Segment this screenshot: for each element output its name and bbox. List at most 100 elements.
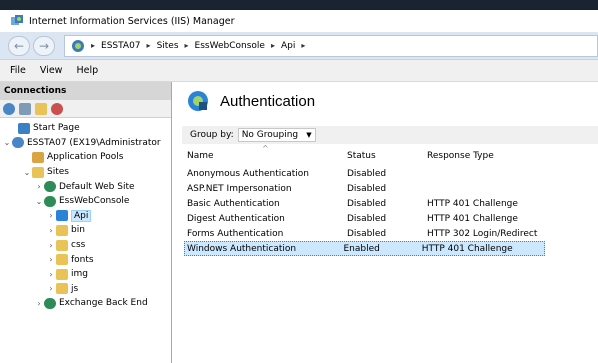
tree-node-label: Api [71, 209, 92, 222]
folder-icon [56, 283, 68, 295]
tree-node[interactable]: ⌄ ESSTA07 (EX19\Administrator [0, 136, 171, 151]
table-row[interactable]: ASP.NET Impersonation Disabled [184, 181, 598, 196]
forward-button[interactable]: → [33, 35, 55, 56]
folder-icon [56, 268, 68, 280]
save-icon[interactable] [19, 102, 31, 115]
chevron-right-icon[interactable]: › [46, 284, 56, 293]
table-row[interactable]: Forms Authentication Disabled HTTP 302 Log… [184, 226, 598, 241]
sort-arrow-icon: ^ [262, 144, 269, 153]
globe-icon [44, 297, 56, 309]
connect-icon[interactable] [3, 102, 15, 115]
chevron-right-icon[interactable]: › [46, 211, 56, 220]
tree-node-label: fonts [71, 254, 94, 265]
tree-node[interactable]: › img [0, 267, 171, 282]
table-row[interactable]: Basic Authentication Disabled HTTP 401 Cha… [184, 196, 598, 211]
tree-node[interactable]: › js [0, 282, 171, 297]
tree-node-label: Default Web Site [59, 181, 135, 192]
group-by-label: Group by: [190, 130, 234, 140]
cell-response-type: HTTP 401 Challenge [421, 243, 513, 254]
tree-node-label: js [71, 283, 79, 294]
feature-pane: Authentication Group by: No Grouping ▼ ^… [172, 82, 598, 363]
tree-node[interactable]: Start Page [0, 121, 171, 136]
breadcrumb-item[interactable]: ESSTA07 [101, 41, 141, 51]
app-pools-icon [32, 151, 44, 163]
tree-node[interactable]: › Default Web Site [0, 179, 171, 194]
cell-status: Disabled [347, 228, 387, 239]
breadcrumb[interactable]: ▸ ESSTA07 ▸ Sites ▸ EssWebConsole ▸ Api … [64, 34, 598, 57]
tree-node[interactable]: › Api [0, 209, 171, 224]
address-bar: ← → ▸ ESSTA07 ▸ Sites ▸ EssWebConsole ▸ … [0, 32, 598, 60]
menu-bar: File View Help [0, 60, 598, 82]
page-header: Authentication [172, 82, 598, 120]
chevron-right-icon[interactable]: › [46, 226, 56, 235]
table-row[interactable]: Digest Authentication Disabled HTTP 401 Ch… [184, 211, 598, 226]
table-header: ^ Name Status Response Type [184, 144, 598, 166]
cell-response-type: HTTP 401 Challenge [427, 198, 518, 209]
tree-node[interactable]: ⌄ Sites [0, 165, 171, 180]
dropdown-arrow-icon: ▼ [306, 131, 312, 139]
breadcrumb-item[interactable]: EssWebConsole [195, 41, 265, 51]
tree-node-label: bin [71, 225, 85, 236]
window-title: Internet Information Services (IIS) Mana… [29, 15, 235, 27]
connections-header: Connections [0, 82, 171, 100]
table-body: Anonymous Authentication Disabled ASP.NET … [184, 166, 598, 256]
folder-icon [56, 239, 68, 251]
chevron-right-icon: ▸ [91, 41, 96, 50]
chevron-right-icon[interactable]: › [46, 270, 56, 279]
table-row[interactable]: Anonymous Authentication Disabled [184, 166, 598, 181]
chevron-right-icon[interactable]: › [34, 299, 44, 308]
application-icon [56, 210, 68, 222]
chevron-right-icon: ▸ [270, 41, 275, 50]
globe-icon [44, 195, 56, 207]
breadcrumb-item[interactable]: Api [281, 41, 295, 51]
menu-file[interactable]: File [10, 65, 26, 76]
tree-node[interactable]: › Exchange Back End [0, 296, 171, 311]
chevron-down-icon[interactable]: ⌄ [34, 197, 44, 206]
chevron-right-icon: ▸ [184, 41, 189, 50]
folder-icon [56, 224, 68, 236]
cell-response-type: HTTP 401 Challenge [427, 213, 518, 224]
table-row[interactable]: Windows Authentication Enabled HTTP 401 Ch… [184, 241, 545, 256]
iis-app-icon [11, 15, 23, 25]
cell-name: Windows Authentication [187, 243, 297, 254]
forward-arrow-icon: → [38, 38, 50, 53]
cell-response-type: HTTP 302 Login/Redirect [427, 228, 538, 239]
disconnect-icon[interactable] [51, 102, 63, 115]
chevron-right-icon[interactable]: › [46, 255, 56, 264]
tree-node[interactable]: Application Pools [0, 150, 171, 165]
tree-node-label: ESSTA07 (EX19\Administrator [27, 137, 161, 148]
tree-node-label: Sites [47, 167, 69, 178]
cell-status: Disabled [347, 198, 387, 209]
cell-name: Digest Authentication [187, 213, 285, 224]
server-icon [12, 137, 24, 149]
breadcrumb-item[interactable]: Sites [157, 41, 179, 51]
chevron-right-icon[interactable]: › [34, 182, 44, 191]
group-by-select[interactable]: No Grouping ▼ [237, 128, 316, 142]
tree-node-label: img [71, 269, 88, 280]
tree-node[interactable]: › bin [0, 223, 171, 238]
column-header-status[interactable]: Status [347, 151, 427, 161]
cell-name: Anonymous Authentication [187, 168, 309, 179]
column-header-response-type[interactable]: Response Type [427, 151, 553, 161]
group-by-bar: Group by: No Grouping ▼ [182, 126, 598, 144]
connections-pane: Connections Start Page ⌄ ESSTA07 (EX19\Adm… [0, 82, 172, 363]
chevron-right-icon: ▸ [146, 41, 151, 50]
group-by-value: No Grouping [241, 130, 299, 140]
chevron-down-icon[interactable]: ⌄ [2, 138, 12, 147]
tree-node[interactable]: › fonts [0, 252, 171, 267]
authentication-icon [188, 91, 208, 111]
cell-status: Disabled [347, 183, 387, 194]
authentication-table: ^ Name Status Response Type Anonymous Au… [184, 144, 598, 256]
connections-tree: Start Page ⌄ ESSTA07 (EX19\Administrator Ap… [0, 118, 171, 311]
menu-view[interactable]: View [40, 65, 63, 76]
tree-node[interactable]: ⌄ EssWebConsole [0, 194, 171, 209]
chevron-right-icon[interactable]: › [46, 241, 56, 250]
title-bar: Internet Information Services (IIS) Mana… [0, 10, 598, 32]
chevron-down-icon[interactable]: ⌄ [22, 168, 32, 177]
cell-status: Disabled [347, 213, 387, 224]
up-folder-icon[interactable] [35, 102, 47, 115]
tree-node[interactable]: › css [0, 238, 171, 253]
menu-help[interactable]: Help [76, 65, 98, 76]
iis-location-icon [72, 39, 84, 52]
back-button[interactable]: ← [8, 35, 30, 56]
